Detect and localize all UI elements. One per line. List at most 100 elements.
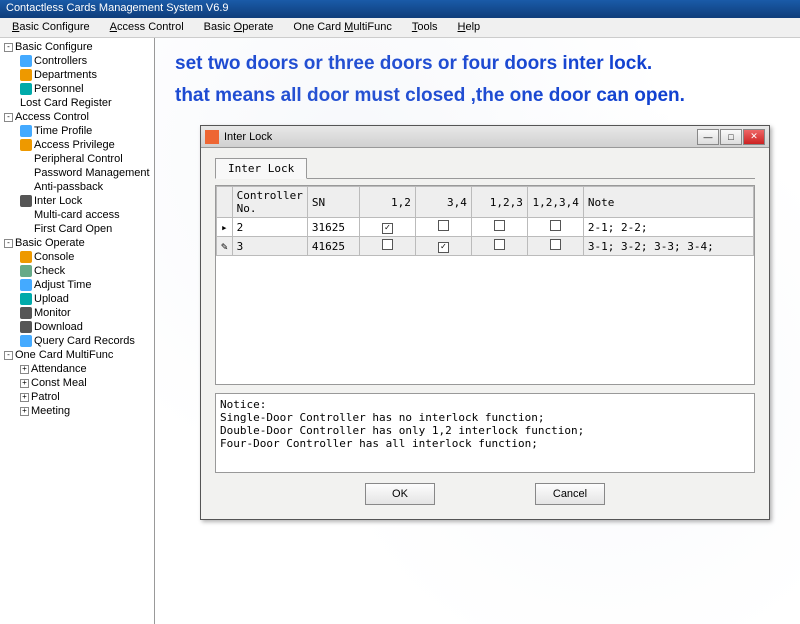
annotation-text: set two doors or three doors or four doo… — [175, 48, 780, 113]
collapse-icon[interactable]: - — [4, 113, 13, 122]
menu-basic-configure[interactable]: Basic Configure — [4, 20, 98, 35]
col-12: 1,2 — [359, 187, 415, 218]
tree-anti-passback[interactable]: Anti-passback — [2, 180, 152, 194]
tree-attendance[interactable]: +Attendance — [2, 362, 152, 376]
cell-12: ✓ — [359, 218, 415, 237]
tree-access-privilege[interactable]: Access Privilege — [2, 138, 152, 152]
expand-icon[interactable]: + — [20, 407, 29, 416]
menu-help[interactable]: Help — [450, 20, 489, 35]
cell-123 — [471, 237, 527, 256]
cell-34: ✓ — [415, 237, 471, 256]
monitor-icon — [20, 307, 32, 319]
tree-basic-configure[interactable]: -Basic Configure — [2, 40, 152, 54]
minimize-button[interactable]: — — [697, 129, 719, 145]
collapse-icon[interactable]: - — [4, 239, 13, 248]
col-marker — [217, 187, 233, 218]
departments-icon — [20, 69, 32, 81]
controllers-icon — [20, 55, 32, 67]
tree-monitor[interactable]: Monitor — [2, 306, 152, 320]
interlock-table: Controller No. SN 1,2 3,4 1,2,3 1,2,3,4 … — [215, 185, 755, 385]
col-34: 3,4 — [415, 187, 471, 218]
tree-download[interactable]: Download — [2, 320, 152, 334]
tree-peripheral[interactable]: Peripheral Control — [2, 152, 152, 166]
tab-strip: Inter Lock — [215, 158, 755, 179]
expand-icon[interactable]: + — [20, 365, 29, 374]
table-row[interactable]: ✎341625✓3-1; 3-2; 3-3; 3-4; — [217, 237, 754, 256]
cancel-button[interactable]: Cancel — [535, 483, 605, 505]
checkbox[interactable] — [494, 220, 505, 231]
notice-text: Notice: Single-Door Controller has no in… — [215, 393, 755, 473]
tree-inter-lock[interactable]: Inter Lock — [2, 194, 152, 208]
dialog-title: Inter Lock — [224, 131, 697, 143]
inter-lock-dialog: Inter Lock — □ ✕ Inter Lock Controller N… — [200, 125, 770, 520]
cell-34 — [415, 218, 471, 237]
tree-meeting[interactable]: +Meeting — [2, 404, 152, 418]
tree-access-control[interactable]: -Access Control — [2, 110, 152, 124]
menu-access-control[interactable]: Access Control — [102, 20, 192, 35]
tab-inter-lock[interactable]: Inter Lock — [215, 158, 307, 179]
check-icon — [20, 265, 32, 277]
cell-123 — [471, 218, 527, 237]
cell-sn: 31625 — [307, 218, 359, 237]
cell-note: 2-1; 2-2; — [583, 218, 753, 237]
tree-first-card[interactable]: First Card Open — [2, 222, 152, 236]
cell-note: 3-1; 3-2; 3-3; 3-4; — [583, 237, 753, 256]
checkbox[interactable] — [494, 239, 505, 250]
col-controller-no: Controller No. — [232, 187, 307, 218]
tree-multi-card[interactable]: Multi-card access — [2, 208, 152, 222]
tree-patrol[interactable]: +Patrol — [2, 390, 152, 404]
upload-icon — [20, 293, 32, 305]
collapse-icon[interactable]: - — [4, 43, 13, 52]
app-titlebar: Contactless Cards Management System V6.9 — [0, 0, 800, 18]
dialog-icon — [205, 130, 219, 144]
table-row[interactable]: ▸231625 ✓ 2-1; 2-2; — [217, 218, 754, 237]
app-title: Contactless Cards Management System V6.9 — [6, 2, 229, 14]
tree-upload[interactable]: Upload — [2, 292, 152, 306]
menu-one-card[interactable]: One Card MultiFunc — [285, 20, 399, 35]
col-1234: 1,2,3,4 — [527, 187, 583, 218]
col-note: Note — [583, 187, 753, 218]
privilege-icon — [20, 139, 32, 151]
tree-adjust-time[interactable]: Adjust Time — [2, 278, 152, 292]
checkbox[interactable]: ✓ — [438, 242, 449, 253]
tree-controllers[interactable]: Controllers — [2, 54, 152, 68]
annotation-line2: that means all door must closed ,the one… — [175, 80, 780, 112]
tree-password-mgmt[interactable]: Password Management — [2, 166, 152, 180]
checkbox[interactable] — [438, 220, 449, 231]
cell-12 — [359, 237, 415, 256]
tree-query-records[interactable]: Query Card Records — [2, 334, 152, 348]
tree-const-meal[interactable]: +Const Meal — [2, 376, 152, 390]
time-icon — [20, 279, 32, 291]
tree-departments[interactable]: Departments — [2, 68, 152, 82]
clock-icon — [20, 125, 32, 137]
collapse-icon[interactable]: - — [4, 351, 13, 360]
row-marker: ✎ — [217, 237, 233, 256]
cell-controller-no: 3 — [232, 237, 307, 256]
tree-personnel[interactable]: Personnel — [2, 82, 152, 96]
expand-icon[interactable]: + — [20, 379, 29, 388]
menu-tools[interactable]: Tools — [404, 20, 446, 35]
download-icon — [20, 321, 32, 333]
col-123: 1,2,3 — [471, 187, 527, 218]
tree-check[interactable]: Check — [2, 264, 152, 278]
tree-time-profile[interactable]: Time Profile — [2, 124, 152, 138]
tree-console[interactable]: Console — [2, 250, 152, 264]
tree-basic-operate[interactable]: -Basic Operate — [2, 236, 152, 250]
menu-basic-operate[interactable]: Basic Operate — [196, 20, 282, 35]
lock-icon — [20, 195, 32, 207]
cell-1234 — [527, 218, 583, 237]
cell-controller-no: 2 — [232, 218, 307, 237]
ok-button[interactable]: OK — [365, 483, 435, 505]
maximize-button[interactable]: □ — [720, 129, 742, 145]
row-marker: ▸ — [217, 218, 233, 237]
checkbox[interactable] — [550, 220, 561, 231]
tree-lost-card[interactable]: Lost Card Register — [2, 96, 152, 110]
console-icon — [20, 251, 32, 263]
dialog-titlebar[interactable]: Inter Lock — □ ✕ — [201, 126, 769, 148]
close-button[interactable]: ✕ — [743, 129, 765, 145]
checkbox[interactable] — [550, 239, 561, 250]
expand-icon[interactable]: + — [20, 393, 29, 402]
tree-one-card[interactable]: -One Card MultiFunc — [2, 348, 152, 362]
checkbox[interactable]: ✓ — [382, 223, 393, 234]
checkbox[interactable] — [382, 239, 393, 250]
